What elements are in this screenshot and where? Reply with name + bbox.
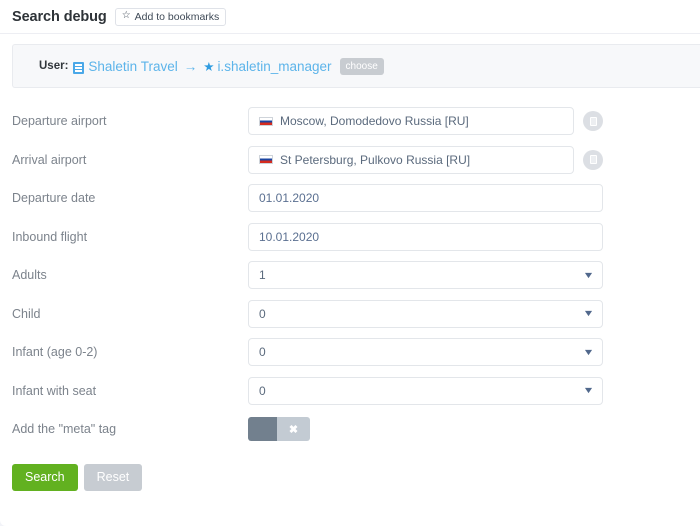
office-building-icon [73,62,85,74]
inbound-flight-value: 10.01.2020 [259,229,320,244]
departure-airport-clear-button[interactable] [583,111,603,132]
label-departure-airport: Departure airport [12,114,107,129]
arrow-right-icon: → [183,58,198,74]
add-to-bookmarks-button[interactable]: ☆ Add to bookmarks [114,7,227,26]
toggle-knob [248,417,277,442]
box-glyph-icon [589,116,597,126]
form-row-departure-date: Departure date 01.01.2020 [0,179,700,218]
user-label: User: [39,60,69,72]
page-header: Search debug ☆ Add to bookmarks [0,0,700,34]
meta-tag-toggle[interactable]: ✖ [248,417,310,442]
field-departure-date: 01.01.2020 [248,184,603,213]
field-arrival-airport: St Petersburg, Pulkovo Russia [RU] [248,145,603,174]
adults-value: 1 [259,268,266,283]
label-child: Child [12,306,41,321]
page-root: Search debug ☆ Add to bookmarks User: Sh… [0,0,700,526]
inbound-flight-input[interactable]: 10.01.2020 [248,222,603,251]
search-form: Departure airport Moscow, Domodedovo Rus… [0,88,700,491]
userbar-wrapper: User: Shaletin Travel → ★ i.shaletin_man… [0,34,700,88]
user-context-bar: User: Shaletin Travel → ★ i.shaletin_man… [12,44,700,88]
arrival-airport-clear-button[interactable] [583,149,603,170]
adults-select[interactable]: 1 ▼ [248,261,603,290]
form-row-inbound-flight: Inbound flight 10.01.2020 [0,218,700,257]
arrival-airport-value: St Petersburg, Pulkovo Russia [RU] [280,152,471,167]
label-adults: Adults [12,268,47,283]
child-value: 0 [259,306,266,321]
arrival-airport-input[interactable]: St Petersburg, Pulkovo Russia [RU] [248,145,574,174]
form-row-child: Child 0 ▼ [0,295,700,334]
field-infant-with-seat: 0 ▼ [248,376,603,405]
close-icon: ✖ [288,423,299,436]
page-title: Search debug [12,8,107,25]
label-departure-date: Departure date [12,191,96,206]
infant-value: 0 [259,345,266,360]
form-row-infant-with-seat: Infant with seat 0 ▼ [0,372,700,411]
ru-flag-icon [259,155,273,165]
chevron-down-icon: ▼ [582,385,595,396]
reset-button[interactable]: Reset [83,463,143,491]
label-arrival-airport: Arrival airport [12,152,87,167]
field-child: 0 ▼ [248,299,603,328]
field-departure-airport: Moscow, Domodedovo Russia [RU] [248,107,603,136]
choose-user-button[interactable]: choose [339,57,384,75]
child-select[interactable]: 0 ▼ [248,299,603,328]
label-meta-tag: Add the "meta" tag [12,422,117,437]
departure-date-input[interactable]: 01.01.2020 [248,184,603,213]
chevron-down-icon: ▼ [582,308,595,319]
user-link[interactable]: i.shaletin_manager [217,59,331,74]
search-button[interactable]: Search [12,463,78,491]
box-glyph-icon [589,155,597,165]
label-infant-with-seat: Infant with seat [12,383,97,398]
departure-date-value: 01.01.2020 [259,191,320,206]
chevron-down-icon: ▼ [582,269,595,280]
departure-airport-input[interactable]: Moscow, Domodedovo Russia [RU] [248,107,574,136]
label-infant: Infant (age 0-2) [12,345,98,360]
star-outline-icon: ☆ [121,10,131,21]
chevron-down-icon: ▼ [582,346,595,357]
infant-select[interactable]: 0 ▼ [248,338,603,367]
form-actions: Search Reset [0,449,700,491]
form-row-meta-tag: Add the "meta" tag ✖ [0,410,700,449]
field-inbound-flight: 10.01.2020 [248,222,603,251]
organization-link[interactable]: Shaletin Travel [88,59,177,74]
form-row-arrival-airport: Arrival airport St Petersburg, Pulkovo R… [0,141,700,180]
infant-with-seat-select[interactable]: 0 ▼ [248,376,603,405]
form-row-adults: Adults 1 ▼ [0,256,700,295]
form-row-infant: Infant (age 0-2) 0 ▼ [0,333,700,372]
field-infant: 0 ▼ [248,338,603,367]
ru-flag-icon [259,116,273,126]
departure-airport-value: Moscow, Domodedovo Russia [RU] [280,114,469,129]
infant-with-seat-value: 0 [259,383,266,398]
add-to-bookmarks-label: Add to bookmarks [134,10,220,23]
label-inbound-flight: Inbound flight [12,229,88,244]
star-filled-icon: ★ [203,59,215,74]
form-row-departure-airport: Departure airport Moscow, Domodedovo Rus… [0,102,700,141]
field-meta-tag: ✖ [248,417,603,442]
field-adults: 1 ▼ [248,261,603,290]
